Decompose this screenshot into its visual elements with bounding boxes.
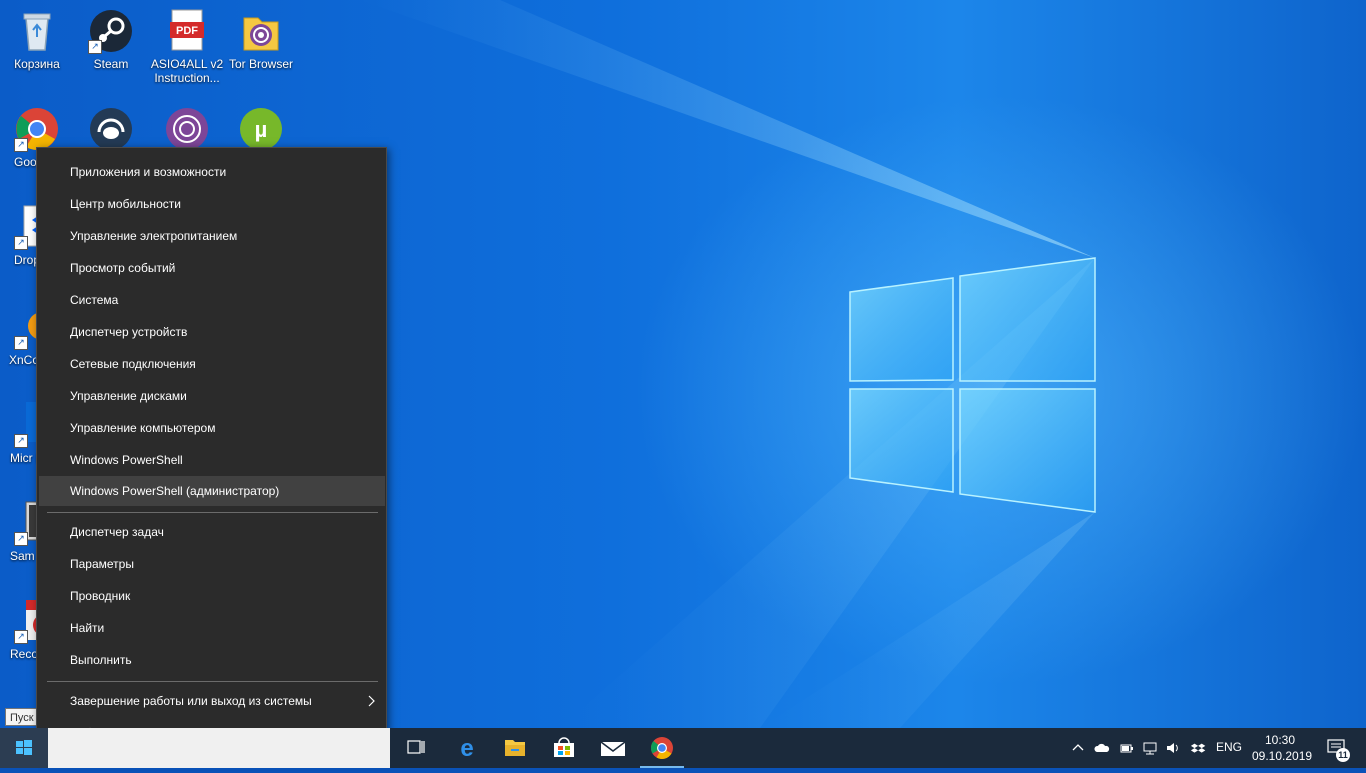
desktop-icon-utorrent[interactable]: µ [224,106,298,152]
store-icon [554,737,574,757]
menu-separator [47,512,378,513]
desktop-icon-recycle-bin[interactable]: Корзина [0,8,74,71]
menu-item-file-explorer[interactable]: Проводник [37,582,386,610]
taskbar-file-explorer[interactable] [491,728,539,768]
menu-item-computer-management[interactable]: Управление компьютером [37,414,386,442]
desktop-icon-label: Tor Browser [228,57,293,71]
menu-item-search[interactable]: Найти [37,614,386,642]
mail-icon [600,741,626,756]
shortcut-arrow-icon: ↗ [14,532,28,546]
shortcut-arrow-icon: ↗ [14,434,28,448]
desktop-icon-tor-onion[interactable] [150,106,224,152]
edge-icon: e [460,735,473,762]
shortcut-arrow-icon: ↗ [88,40,102,54]
desktop-icon-tor-browser[interactable]: Tor Browser [224,8,298,71]
menu-item-system[interactable]: Система [37,286,386,314]
notification-count-badge: 11 [1336,748,1350,762]
task-view-button[interactable] [392,728,440,768]
network-icon[interactable] [1142,740,1158,756]
menu-item-powershell[interactable]: Windows PowerShell [37,446,386,474]
onedrive-icon[interactable] [1094,740,1110,756]
menu-item-mobility-center[interactable]: Центр мобильности [37,190,386,218]
menu-item-settings[interactable]: Параметры [37,550,386,578]
tor-browser-icon [238,8,284,54]
tor-onion-icon [164,106,210,152]
notification-icon [1327,739,1345,753]
taskbar-mail[interactable] [589,728,637,768]
svg-text:e: e [460,735,473,762]
menu-item-device-manager[interactable]: Диспетчер устройств [37,318,386,346]
menu-item-power-options[interactable]: Управление электропитанием [37,222,386,250]
shortcut-arrow-icon: ↗ [14,236,28,250]
menu-item-shutdown-signout[interactable]: Завершение работы или выход из системы [37,687,386,715]
shortcut-arrow-icon: ↗ [14,336,28,350]
taskbar: e ENG 10:30 09.10.2019 11 [0,728,1366,768]
desktop-icon-label: ASIO4ALL v2 Instruction... [150,57,224,85]
start-tooltip: Пуск [5,708,39,726]
menu-item-run[interactable]: Выполнить [37,646,386,674]
volume-icon[interactable] [1165,740,1181,756]
menu-item-disk-management[interactable]: Управление дисками [37,382,386,410]
search-box[interactable] [48,728,390,768]
steam-icon: ↗ [88,8,134,54]
svg-text:µ: µ [255,117,268,142]
desktop-icon-steam[interactable]: ↗ Steam [74,8,148,71]
taskbar-edge[interactable]: e [442,728,490,768]
utorrent-icon: µ [238,106,284,152]
language-indicator[interactable]: ENG [1216,740,1242,754]
menu-item-label: Завершение работы или выход из системы [70,694,312,708]
menu-item-network-connections[interactable]: Сетевые подключения [37,350,386,378]
start-button[interactable] [0,728,48,768]
action-center-button[interactable]: 11 [1318,728,1358,768]
menu-item-task-manager[interactable]: Диспетчер задач [37,518,386,546]
taskbar-chrome[interactable] [638,728,686,768]
pdf-icon: PDF [164,8,210,54]
recycle-bin-icon [14,8,60,54]
taskbar-store[interactable] [540,728,588,768]
shortcut-arrow-icon: ↗ [14,630,28,644]
menu-item-apps-features[interactable]: Приложения и возможности [37,158,386,186]
clock[interactable]: 10:30 09.10.2019 [1252,732,1313,764]
svg-text:PDF: PDF [176,25,198,37]
desktop-icon-label: Корзина [14,57,60,71]
desktop-icon-asio-pdf[interactable]: PDF ASIO4ALL v2 Instruction... [150,8,224,85]
headset-app-icon [88,106,134,152]
clock-time: 10:30 [1264,733,1296,747]
chrome-icon [651,737,673,759]
chevron-up-icon[interactable] [1070,740,1086,756]
menu-item-powershell-admin[interactable]: Windows PowerShell (администратор) [39,476,385,506]
winx-context-menu: Приложения и возможности Центр мобильнос… [36,147,387,757]
windows-logo-icon [16,740,32,755]
task-view-icon [407,740,425,754]
chevron-right-icon [368,695,375,707]
chrome-icon: ↗ [14,106,60,152]
battery-plug-icon[interactable] [1118,740,1134,756]
desktop-icon-label: Steam [93,57,129,71]
dropbox-icon[interactable] [1190,740,1206,756]
desktop-icon-headset-app[interactable] [74,106,148,152]
file-explorer-icon [505,740,525,756]
menu-item-event-viewer[interactable]: Просмотр событий [37,254,386,282]
shortcut-arrow-icon: ↗ [14,138,28,152]
menu-separator [47,681,378,682]
clock-date: 09.10.2019 [1252,749,1313,763]
